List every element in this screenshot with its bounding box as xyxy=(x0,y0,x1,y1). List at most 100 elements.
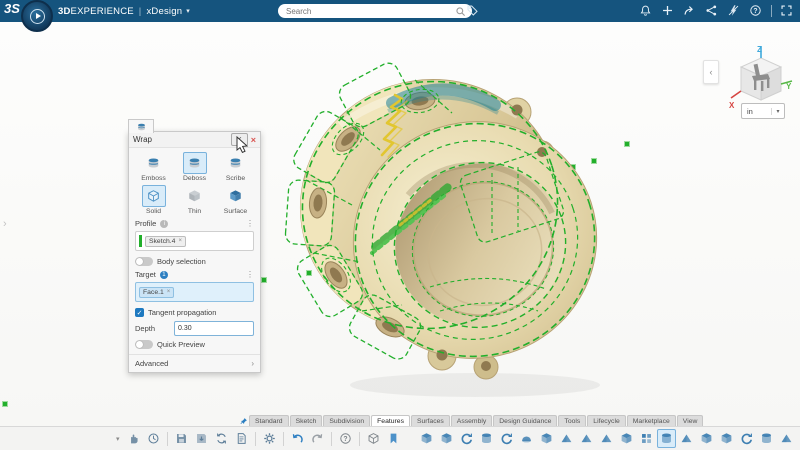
search-icon[interactable] xyxy=(455,6,466,17)
deboss-option[interactable]: Deboss xyxy=(174,152,215,182)
dassault-logo: 3S xyxy=(4,1,20,16)
panel-collapse-button[interactable]: ‹ xyxy=(703,60,719,84)
toolbar-collapse-icon[interactable]: ▾ xyxy=(116,435,120,443)
workbench-tabs: StandardSketchSubdivisionFeaturesSurface… xyxy=(240,413,704,426)
quick-preview-toggle[interactable] xyxy=(135,340,153,349)
toolbar-separator xyxy=(359,432,360,446)
add-icon[interactable] xyxy=(661,4,675,18)
help-icon[interactable] xyxy=(749,4,763,18)
mirror-icon[interactable] xyxy=(617,429,636,448)
settings-icon[interactable] xyxy=(260,429,279,448)
bookmark-icon[interactable] xyxy=(384,429,403,448)
kebab-menu-icon[interactable]: ⋮ xyxy=(246,219,254,228)
loft-icon[interactable] xyxy=(517,429,536,448)
split-icon[interactable] xyxy=(777,429,796,448)
target-chip[interactable]: Face.1 × xyxy=(139,287,174,298)
groove-icon[interactable] xyxy=(477,429,496,448)
tab-tools[interactable]: Tools xyxy=(558,415,586,426)
surface-option[interactable]: Surface xyxy=(215,185,256,215)
replace-face-icon[interactable] xyxy=(737,429,756,448)
fullscreen-icon[interactable] xyxy=(780,4,794,18)
sweep-icon[interactable] xyxy=(497,429,516,448)
collaboration-icon[interactable] xyxy=(705,4,719,18)
quick-preview-row: Quick Preview xyxy=(129,338,260,351)
wrap-icon[interactable] xyxy=(657,429,676,448)
redo-icon[interactable] xyxy=(308,429,327,448)
share-icon[interactable] xyxy=(683,4,697,18)
revolve-icon[interactable] xyxy=(457,429,476,448)
tab-view[interactable]: View xyxy=(677,415,704,426)
stiffener-icon[interactable] xyxy=(697,429,716,448)
profile-row: Profile i ⋮ xyxy=(129,217,260,230)
body-selection-toggle[interactable] xyxy=(135,257,153,266)
view-box-icon[interactable] xyxy=(364,429,383,448)
pocket-icon[interactable] xyxy=(437,429,456,448)
tab-design-guidance[interactable]: Design Guidance xyxy=(493,415,557,426)
separator xyxy=(771,5,772,17)
pattern-icon[interactable] xyxy=(637,429,656,448)
fillet-icon[interactable] xyxy=(557,429,576,448)
shell-icon[interactable] xyxy=(537,429,556,448)
scribe-option[interactable]: Scribe xyxy=(215,152,256,182)
body-selection-row: Body selection xyxy=(129,255,260,268)
help-icon[interactable] xyxy=(336,429,355,448)
wrap-dialog-tab[interactable] xyxy=(128,119,154,133)
selection-icon[interactable] xyxy=(124,429,143,448)
pin-icon[interactable] xyxy=(240,416,248,426)
advanced-section[interactable]: Advanced › xyxy=(129,354,260,372)
tab-sketch[interactable]: Sketch xyxy=(290,415,323,426)
target-selection-field[interactable]: Face.1 × xyxy=(135,282,254,302)
search-input[interactable] xyxy=(284,6,455,17)
model-3d[interactable] xyxy=(280,55,710,405)
emboss-option[interactable]: Emboss xyxy=(133,152,174,182)
ok-button[interactable]: ✓ xyxy=(231,133,248,146)
hole-icon[interactable] xyxy=(757,429,776,448)
body-selection-label: Body selection xyxy=(157,257,206,266)
save-as-icon[interactable] xyxy=(192,429,211,448)
assistant-icon[interactable] xyxy=(727,4,741,18)
tab-marketplace[interactable]: Marketplace xyxy=(627,415,676,426)
left-panel-expander[interactable]: › xyxy=(3,218,7,230)
search-bar[interactable] xyxy=(278,4,472,18)
header-actions xyxy=(639,0,794,22)
tag-icon[interactable] xyxy=(466,4,479,17)
thin-option[interactable]: Thin xyxy=(174,185,215,215)
rib-icon[interactable] xyxy=(677,429,696,448)
save-icon[interactable] xyxy=(172,429,191,448)
pad-icon[interactable] xyxy=(417,429,436,448)
history-icon[interactable] xyxy=(144,429,163,448)
chip-remove-icon[interactable]: × xyxy=(178,238,182,244)
tangent-checkbox[interactable]: ✓ xyxy=(135,308,144,317)
depth-input[interactable] xyxy=(174,321,254,336)
wrap-dialog-titlebar[interactable]: Wrap ✓ × xyxy=(129,132,260,148)
solid-option[interactable]: Solid xyxy=(133,185,174,215)
close-icon[interactable]: × xyxy=(251,135,256,145)
profile-selection-field[interactable]: Sketch.4 × xyxy=(135,231,254,251)
chevron-down-icon[interactable]: ▾ xyxy=(186,7,190,15)
chamfer-icon[interactable] xyxy=(577,429,596,448)
draft-icon[interactable] xyxy=(597,429,616,448)
undo-icon[interactable] xyxy=(288,429,307,448)
app-name: xDesign xyxy=(146,6,182,17)
tab-surfaces[interactable]: Surfaces xyxy=(411,415,450,426)
tab-subdivision[interactable]: Subdivision xyxy=(323,415,370,426)
app-brand[interactable]: 3DEXPERIENCE | xDesign ▾ xyxy=(58,0,190,22)
update-icon[interactable] xyxy=(212,429,231,448)
units-dropdown[interactable]: in ▾ xyxy=(741,103,785,119)
export-icon[interactable] xyxy=(232,429,251,448)
tab-features[interactable]: Features xyxy=(371,415,410,426)
tab-standard[interactable]: Standard xyxy=(249,415,289,426)
target-count-badge: 1 xyxy=(160,271,168,279)
kebab-menu-icon[interactable]: ⋮ xyxy=(246,270,254,279)
notifications-icon[interactable] xyxy=(639,4,653,18)
tab-assembly[interactable]: Assembly xyxy=(451,415,492,426)
dome-icon[interactable] xyxy=(797,429,800,448)
scribe-icon xyxy=(228,156,243,170)
profile-chip[interactable]: Sketch.4 × xyxy=(145,236,186,247)
compass-menu-icon[interactable] xyxy=(21,0,53,32)
wrap-dialog: Wrap ✓ × Emboss Deboss Scribe Solid xyxy=(128,131,261,373)
target-row: Target 1 ⋮ xyxy=(129,268,260,281)
boolean-icon[interactable] xyxy=(717,429,736,448)
tab-lifecycle[interactable]: Lifecycle xyxy=(587,415,625,426)
chip-remove-icon[interactable]: × xyxy=(167,289,171,295)
